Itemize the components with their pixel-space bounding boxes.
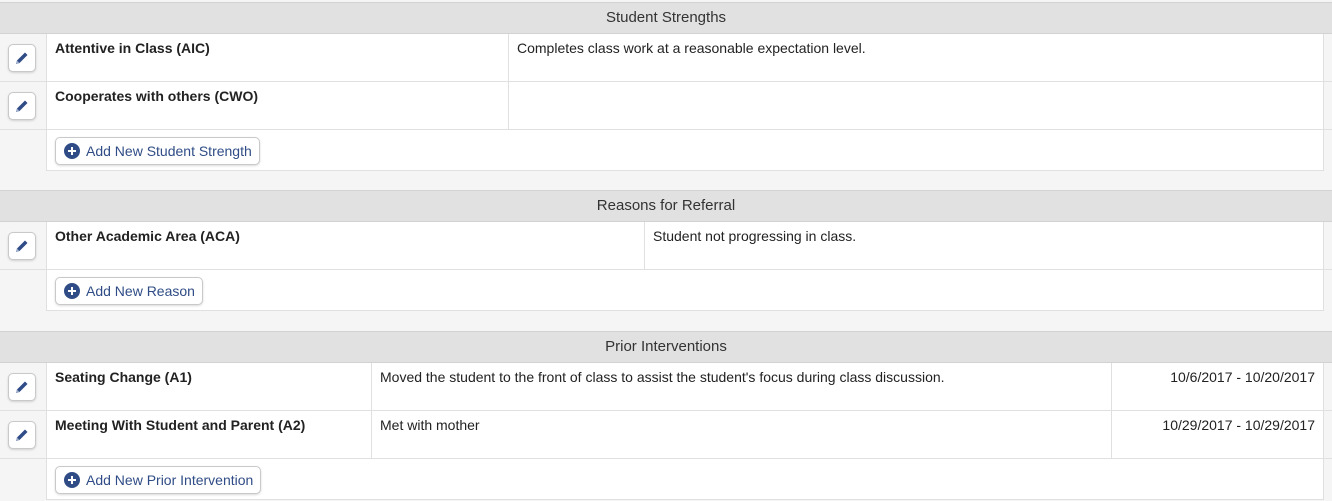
- pencil-icon: [16, 52, 28, 64]
- add-prior-intervention-label: Add New Prior Intervention: [86, 472, 254, 488]
- referral-row: Other Academic Area (ACA) Student not pr…: [0, 222, 1332, 270]
- plus-circle-icon: [64, 283, 80, 299]
- reasons-for-referral-section: Reasons for Referral Other Academic Area…: [0, 190, 1332, 311]
- add-reason-button[interactable]: Add New Reason: [55, 277, 203, 305]
- section-title: Student Strengths: [0, 2, 1332, 34]
- strength-note: Completes class work at a reasonable exp…: [508, 34, 1323, 81]
- edit-reason-button[interactable]: [8, 232, 36, 260]
- intervention-dates: 10/6/2017 - 10/20/2017: [1111, 363, 1323, 410]
- strength-row: Attentive in Class (AIC) Completes class…: [0, 34, 1332, 82]
- intervention-row: Meeting With Student and Parent (A2) Met…: [0, 411, 1332, 459]
- prior-interventions-section: Prior Interventions Seating Change (A1) …: [0, 331, 1332, 500]
- intervention-row: Seating Change (A1) Moved the student to…: [0, 363, 1332, 411]
- intervention-dates: 10/29/2017 - 10/29/2017: [1111, 411, 1323, 458]
- add-student-strength-label: Add New Student Strength: [86, 143, 252, 159]
- pencil-icon: [16, 381, 28, 393]
- edit-intervention-button[interactable]: [8, 421, 36, 449]
- strength-note: [508, 82, 1323, 129]
- add-reason-row: Add New Reason: [0, 270, 1332, 311]
- strength-name: Cooperates with others (CWO): [55, 88, 259, 104]
- intervention-name: Seating Change (A1): [55, 369, 192, 385]
- pencil-icon: [16, 240, 28, 252]
- section-title: Reasons for Referral: [0, 190, 1332, 222]
- add-strength-row: Add New Student Strength: [0, 130, 1332, 171]
- plus-circle-icon: [64, 472, 80, 488]
- add-student-strength-button[interactable]: Add New Student Strength: [55, 137, 260, 165]
- pencil-icon: [16, 429, 28, 441]
- edit-intervention-button[interactable]: [8, 373, 36, 401]
- intervention-note: Met with mother: [371, 411, 1111, 458]
- edit-strength-button[interactable]: [8, 92, 36, 120]
- student-strengths-section: Student Strengths Attentive in Class (AI…: [0, 2, 1332, 171]
- add-prior-intervention-button[interactable]: Add New Prior Intervention: [55, 466, 262, 494]
- pencil-icon: [16, 100, 28, 112]
- add-intervention-row: Add New Prior Intervention: [0, 459, 1332, 500]
- section-title: Prior Interventions: [0, 331, 1332, 363]
- edit-strength-button[interactable]: [8, 44, 36, 72]
- strength-row: Cooperates with others (CWO): [0, 82, 1332, 130]
- reason-note: Student not progressing in class.: [644, 222, 1323, 269]
- add-reason-label: Add New Reason: [86, 283, 195, 299]
- plus-circle-icon: [64, 143, 80, 159]
- strength-name: Attentive in Class (AIC): [55, 40, 210, 56]
- intervention-note: Moved the student to the front of class …: [371, 363, 1111, 410]
- intervention-name: Meeting With Student and Parent (A2): [55, 417, 306, 433]
- reason-name: Other Academic Area (ACA): [55, 228, 240, 244]
